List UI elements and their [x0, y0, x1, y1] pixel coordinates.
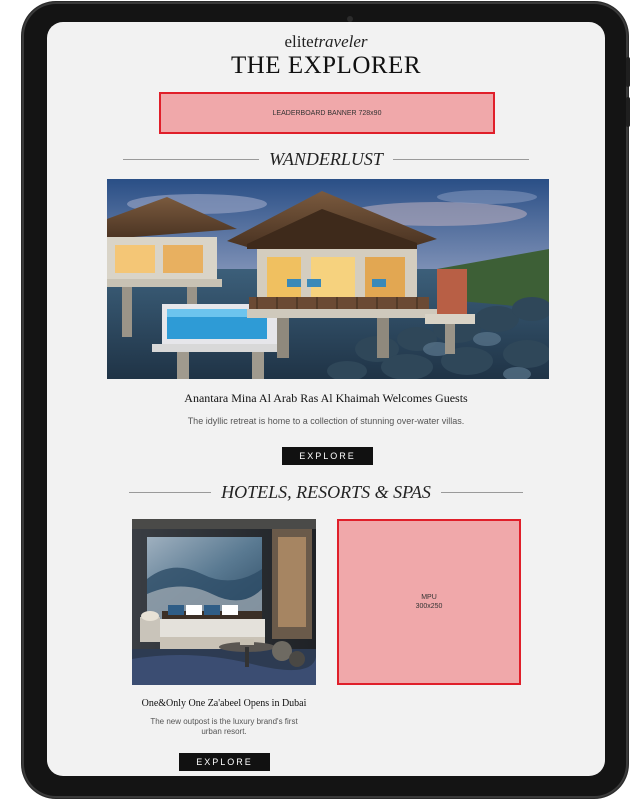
- divider: [392, 158, 529, 160]
- feature-image[interactable]: [107, 179, 549, 379]
- card-description-line: The new outpost is the luxury brand's fi…: [150, 717, 298, 726]
- brand-name-elite: elite: [284, 32, 314, 51]
- card-image[interactable]: [132, 519, 316, 685]
- card-description: The new outpost is the luxury brand's fi…: [137, 717, 311, 737]
- leaderboard-ad[interactable]: LEADERBOARD BANNER 728x90: [159, 92, 495, 134]
- leaderboard-ad-label: LEADERBOARD BANNER 728x90: [272, 109, 382, 117]
- page-title: THE EXPLORER: [230, 52, 422, 79]
- card-title[interactable]: One&Only One Za'abeel Opens in Dubai: [122, 698, 326, 709]
- brand-name-traveler: traveler: [313, 32, 368, 51]
- mpu-ad-label-line: 300x250: [415, 603, 443, 610]
- feature-title[interactable]: Anantara Mina Al Arab Ras Al Khaimah Wel…: [47, 391, 605, 406]
- brand-logo[interactable]: elitetraveler: [47, 32, 605, 52]
- mpu-ad-label: MPU 300x250: [416, 593, 443, 611]
- feature-description: The idyllic retreat is home to a collect…: [187, 416, 465, 426]
- screen: elitetraveler THE EXPLORER LEADERBOARD B…: [47, 22, 605, 776]
- mpu-ad[interactable]: MPU 300x250: [337, 519, 521, 685]
- section-title: WANDERLUST: [269, 148, 383, 169]
- section-header-wanderlust: WANDERLUST: [47, 148, 605, 170]
- hotel-bedroom-illustration: [132, 519, 316, 685]
- divider: [123, 158, 260, 160]
- mpu-ad-label-line: MPU: [421, 594, 437, 601]
- explore-button[interactable]: EXPLORE: [282, 447, 373, 465]
- section-title: HOTELS, RESORTS & SPAS: [221, 481, 431, 502]
- divider: [129, 491, 212, 493]
- explore-button[interactable]: EXPLORE: [179, 753, 270, 771]
- volume-button: [626, 97, 630, 127]
- card-description-line: urban resort.: [201, 727, 247, 736]
- section-header-hotels: HOTELS, RESORTS & SPAS: [47, 481, 605, 503]
- volume-button: [626, 57, 630, 87]
- resort-villa-illustration: [107, 179, 549, 379]
- divider: [440, 491, 523, 493]
